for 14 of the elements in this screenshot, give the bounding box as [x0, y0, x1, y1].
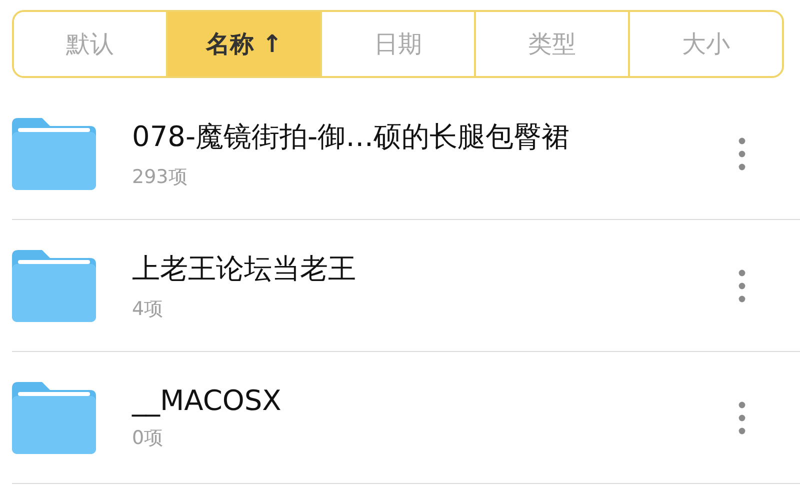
folder-icon [12, 250, 96, 322]
sort-tab[interactable]: 名称 ↑ [166, 12, 320, 76]
item-count: 293项 [132, 164, 188, 190]
folder-name: __MACOSX [132, 384, 282, 417]
item-count: 4项 [132, 296, 164, 322]
more-icon[interactable] [738, 136, 746, 170]
folder-icon [12, 382, 96, 454]
more-icon[interactable] [738, 268, 746, 302]
folder-icon [12, 118, 96, 190]
more-icon[interactable] [738, 400, 746, 434]
sort-tab[interactable]: 大小 [628, 12, 782, 76]
folder-name: 078-魔镜街拍-御…硕的长腿包臀裙 [132, 118, 571, 154]
item-count: 0项 [132, 426, 164, 451]
folder-name: 上老王论坛当老王 [132, 250, 357, 286]
